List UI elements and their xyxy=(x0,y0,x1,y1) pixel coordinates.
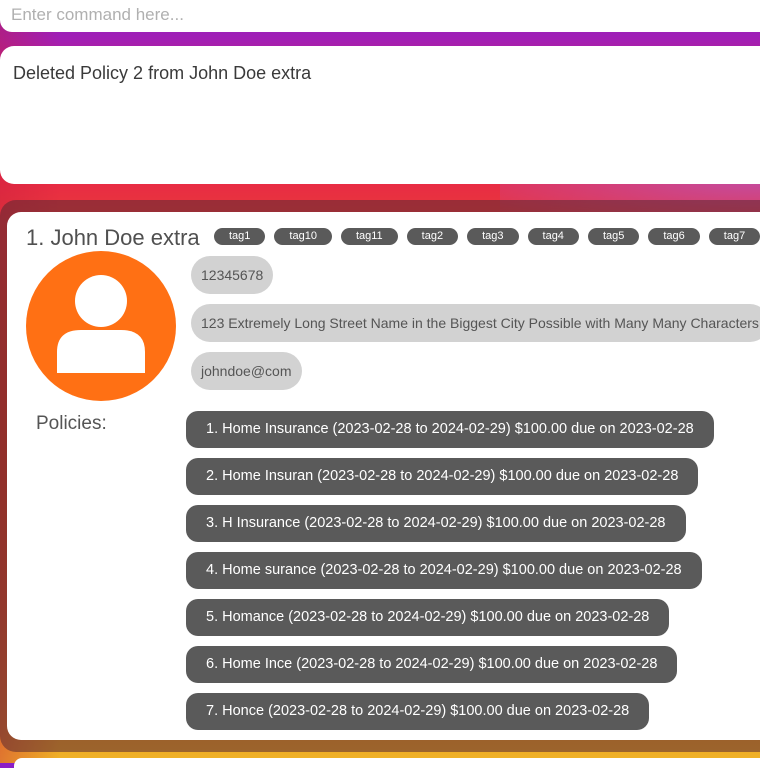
tag: tag10 xyxy=(274,228,332,245)
person-name: 1. John Doe extra xyxy=(26,225,200,250)
policy-list: 1. Home Insurance (2023-02-28 to 2024-02… xyxy=(186,411,714,730)
command-box xyxy=(0,0,760,32)
tag: tag4 xyxy=(527,228,579,245)
command-input[interactable] xyxy=(11,4,731,26)
policy-item: 2. Home Insuran (2023-02-28 to 2024-02-2… xyxy=(186,458,699,495)
tag-list: tag1 tag10 tag11 tag2 tag3 tag4 tag5 tag… xyxy=(214,228,760,245)
policy-item: 1. Home Insurance (2023-02-28 to 2024-02… xyxy=(186,411,714,448)
result-message: Deleted Policy 2 from John Doe extra xyxy=(13,63,312,83)
policy-item: 3. H Insurance (2023-02-28 to 2024-02-29… xyxy=(186,505,686,542)
phone-label: 12345678 xyxy=(191,256,274,294)
next-person-card[interactable] xyxy=(14,758,760,768)
policy-item: 4. Home surance (2023-02-28 to 2024-02-2… xyxy=(186,552,702,589)
policy-item: 5. Homance (2023-02-28 to 2024-02-29) $1… xyxy=(186,599,670,636)
result-display[interactable]: Deleted Policy 2 from John Doe extra xyxy=(0,46,760,184)
policy-item: 7. Honce (2023-02-28 to 2024-02-29) $100… xyxy=(186,693,650,730)
address-label: 123 Extremely Long Street Name in the Bi… xyxy=(191,304,760,342)
policies-heading: Policies: xyxy=(36,413,107,434)
tag: tag5 xyxy=(587,228,640,245)
tag: tag3 xyxy=(467,228,519,245)
avatar xyxy=(26,251,176,401)
person-card[interactable]: 1. John Doe extra tag1 tag10 tag11 tag2 … xyxy=(7,212,760,740)
email-label: johndoe@com xyxy=(191,352,302,390)
tag: tag6 xyxy=(648,228,700,245)
person-silhouette-icon xyxy=(57,275,145,373)
tag: tag7 xyxy=(708,228,760,245)
tag: tag1 xyxy=(214,228,266,245)
tag: tag11 xyxy=(340,228,398,245)
policy-item: 6. Home Ince (2023-02-28 to 2024-02-29) … xyxy=(186,646,678,683)
tag: tag2 xyxy=(406,228,459,245)
